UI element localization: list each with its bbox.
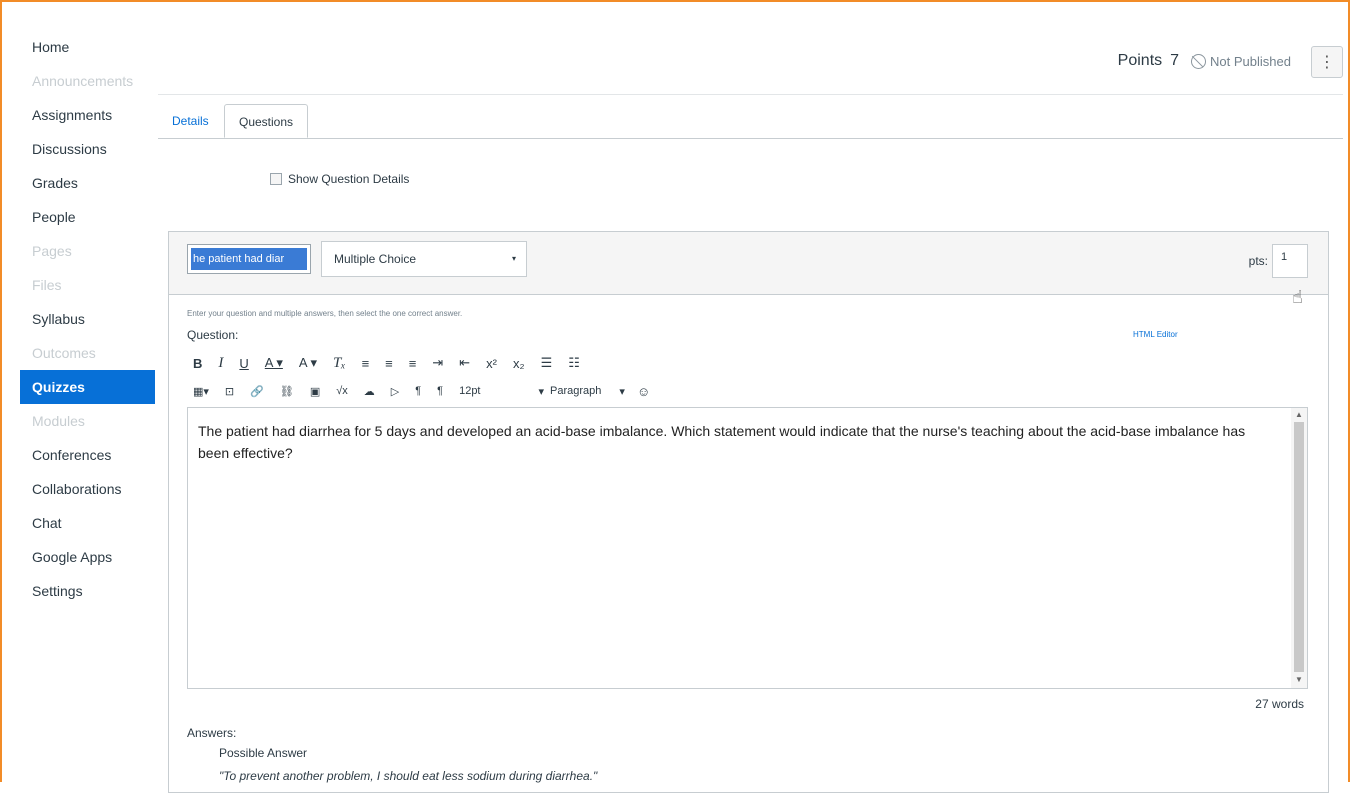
tab-details[interactable]: Details [158,104,223,138]
nav-item-assignments[interactable]: Assignments [20,98,155,132]
nav-item-grades[interactable]: Grades [20,166,155,200]
scroll-down-icon[interactable]: ▼ [1295,675,1303,684]
not-published-icon [1191,53,1207,69]
question-body-text[interactable]: The patient had diarrhea for 5 days and … [198,420,1268,464]
hand-cursor-icon: ☝ [1292,287,1303,307]
font-size-select[interactable]: 12pt [459,385,480,397]
nav-item-settings[interactable]: Settings [20,574,155,608]
indent-icon[interactable]: ⇥ [432,355,443,371]
nav-item-syllabus[interactable]: Syllabus [20,302,155,336]
numbered-list-icon[interactable]: ☷ [568,355,580,371]
equation-icon[interactable]: √x [336,385,348,397]
editor-toolbar-row1: B I U A ▾ A ▾ Tₓ ≡ ≡ ≡ ⇥ ⇤ x² x₂ ☰ ☷ [193,352,596,374]
pts-input[interactable]: 1 [1272,244,1308,278]
ltr-paragraph-icon[interactable]: ¶ [415,385,421,397]
nav-item-modules[interactable]: Modules [20,404,155,438]
unlink-icon[interactable]: ⛓ [280,385,294,398]
image-icon[interactable]: ▣ [310,385,320,398]
nav-item-files[interactable]: Files [20,268,155,302]
nav-item-quizzes[interactable]: Quizzes [20,370,155,404]
google-drive-icon[interactable]: ☁ [364,385,375,398]
tab-questions[interactable]: Questions [224,104,309,138]
question-panel: he patient had diar Multiple Choice ▾ pt… [168,231,1329,793]
possible-answer-label: Possible Answer [219,746,308,760]
paragraph-caret-icon[interactable]: ▾ [619,385,625,398]
link-icon[interactable]: 🔗 [250,385,264,398]
question-type-select[interactable]: Multiple Choice ▾ [321,241,527,277]
publish-status: Not Published [1210,53,1291,69]
font-size-caret-icon[interactable]: ▾ [539,385,545,398]
nav-item-pages[interactable]: Pages [20,234,155,268]
bold-icon[interactable]: B [193,356,202,371]
rtl-paragraph-icon[interactable]: ¶ [437,385,443,397]
video-icon[interactable]: ▷ [391,385,399,398]
outdent-icon[interactable]: ⇤ [459,355,470,371]
background-color-icon[interactable]: A ▾ [299,355,317,371]
text-color-icon[interactable]: A ▾ [265,355,283,371]
underline-icon[interactable]: U [239,356,248,371]
quiz-tabs: Details Questions [158,104,1343,139]
pts-label: pts: [1248,254,1268,268]
html-editor-link[interactable]: HTML Editor [1133,330,1178,339]
editor-toolbar-row2: ▦▾ ⊡ 🔗 ⛓ ▣ √x ☁ ▷ ¶ ¶ 12pt ▾ Paragraph ▾… [193,380,666,402]
show-question-details[interactable]: Show Question Details [270,172,409,186]
nav-item-conferences[interactable]: Conferences [20,438,155,472]
nav-item-people[interactable]: People [20,200,155,234]
question-label: Question: [187,328,239,342]
subscript-icon[interactable]: x₂ [513,356,525,371]
nav-item-announcements[interactable]: Announcements [20,64,155,98]
align-center-icon[interactable]: ≡ [385,356,393,371]
chevron-down-icon: ▾ [511,254,516,263]
points-value: 7 [1170,52,1180,69]
points-label: Points [1117,52,1163,69]
table-icon[interactable]: ▦▾ [193,385,209,398]
show-details-label: Show Question Details [288,172,410,186]
nav-item-outcomes[interactable]: Outcomes [20,336,155,370]
scroll-up-icon[interactable]: ▲ [1295,410,1303,419]
answers-label: Answers: [187,726,237,740]
question-instructions: Enter your question and multiple answers… [187,309,463,318]
question-name-value: he patient had diar [191,248,307,270]
nav-item-chat[interactable]: Chat [20,506,155,540]
align-right-icon[interactable]: ≡ [409,356,417,371]
media-icon[interactable]: ⊡ [225,385,234,398]
kebab-icon: ⋮ [1319,54,1335,71]
align-left-icon[interactable]: ≡ [362,356,370,371]
nav-item-discussions[interactable]: Discussions [20,132,155,166]
italic-icon[interactable]: I [218,355,223,372]
more-options-button[interactable]: ⋮ [1311,46,1343,78]
superscript-icon[interactable]: x² [486,356,497,371]
answer-text[interactable]: "To prevent another problem, I should ea… [219,769,597,783]
nav-item-home[interactable]: Home [20,30,155,64]
clear-formatting-icon[interactable]: Tₓ [333,355,346,372]
question-name-input[interactable]: he patient had diar [187,244,311,274]
question-editor[interactable]: The patient had diarrhea for 5 days and … [187,407,1308,689]
word-count: 27 words [1255,697,1304,711]
points-area: Points 7 Not Published [1118,52,1291,70]
course-nav: Home Announcements Assignments Discussio… [20,30,155,608]
question-type-value: Multiple Choice [334,252,417,266]
scroll-thumb[interactable] [1294,422,1304,672]
editor-scrollbar[interactable]: ▲ ▼ [1291,408,1307,688]
quiz-header: Points 7 Not Published ⋮ [158,40,1343,95]
points-field: pts: 1 [1249,244,1308,278]
nav-item-collaborations[interactable]: Collaborations [20,472,155,506]
bulleted-list-icon[interactable]: ☰ [541,355,553,371]
question-header: he patient had diar Multiple Choice ▾ pt… [169,232,1328,295]
show-details-checkbox[interactable] [270,173,282,185]
paragraph-format-select[interactable]: Paragraph [550,385,601,397]
nav-item-google-apps[interactable]: Google Apps [20,540,155,574]
accessibility-icon[interactable]: ☺ [637,384,650,399]
